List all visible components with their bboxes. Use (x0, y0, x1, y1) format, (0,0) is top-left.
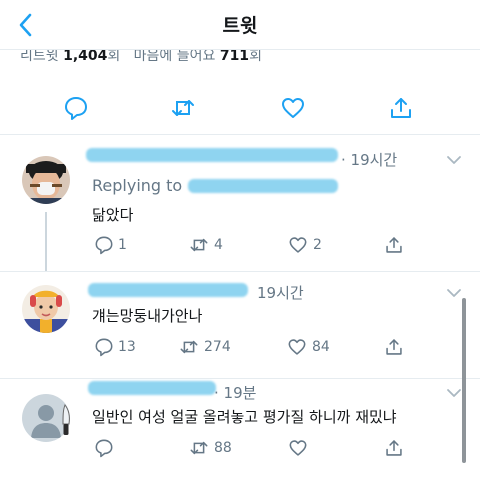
tweet-text: 걔는망둥내가안나 (92, 307, 203, 325)
main-tweet-actions (0, 80, 480, 135)
reply-icon (95, 236, 113, 255)
likes-unit: 회 (249, 50, 262, 64)
chevron-down-icon[interactable] (446, 287, 462, 299)
redacted-name (86, 148, 338, 162)
thread-line (45, 212, 47, 272)
retweet-icon[interactable] (170, 95, 196, 121)
reply-count: 1 (118, 237, 127, 253)
chevron-down-icon[interactable] (446, 387, 462, 399)
retweet-count: 4 (214, 237, 223, 253)
retweet-button[interactable]: 4 (188, 235, 223, 255)
retweet-count: 274 (204, 339, 231, 355)
retweet-button[interactable]: 274 (178, 337, 231, 357)
avatar[interactable] (22, 156, 70, 204)
retweets-label: 리트윗 (20, 50, 59, 64)
retweet-button[interactable]: 88 (188, 438, 232, 458)
retweet-count: 88 (214, 440, 232, 456)
divider (0, 271, 480, 272)
reply-tweet[interactable]: · 19분 일반인 여성 얼굴 올려놓고 평가질 하니까 재밌냐 88 (0, 378, 480, 480)
reply-tweet[interactable]: · 19시간 Replying to 닮았다 1 4 2 (0, 136, 480, 272)
chevron-down-icon[interactable] (446, 154, 462, 166)
tweet-text: 닮았다 (92, 206, 134, 224)
top-bar: 트윗 (0, 0, 480, 50)
share-button[interactable] (384, 438, 404, 458)
share-icon (386, 237, 402, 253)
share-icon (386, 440, 402, 456)
share-icon (386, 339, 402, 355)
share-button[interactable] (384, 235, 404, 255)
retweets-count[interactable]: 1,404 (63, 50, 107, 64)
share-button[interactable] (384, 337, 404, 357)
heart-icon (289, 237, 307, 253)
redacted-name (88, 381, 216, 395)
reply-icon (95, 338, 113, 357)
page-title: 트윗 (222, 15, 258, 37)
like-button[interactable]: 84 (286, 337, 330, 357)
likes-count[interactable]: 711 (220, 50, 249, 64)
retweet-icon (190, 441, 208, 455)
like-button[interactable]: 2 (287, 235, 322, 255)
likes-label: 마음에 들어요 (133, 50, 216, 64)
tweet-text: 일반인 여성 얼굴 올려놓고 평가질 하니까 재밌냐 (92, 408, 397, 426)
retweet-icon (190, 238, 208, 252)
heart-icon (289, 440, 307, 456)
retweet-icon (180, 340, 198, 354)
redacted-name (88, 283, 248, 297)
heart-icon[interactable] (280, 95, 306, 121)
like-count: 2 (313, 237, 322, 253)
reply-button[interactable] (94, 438, 118, 458)
replying-to-label: Replying to (92, 176, 183, 195)
scrollbar[interactable] (462, 298, 466, 463)
timestamp[interactable]: · 19분 (214, 382, 256, 403)
reply-button[interactable]: 13 (94, 337, 136, 357)
like-button[interactable] (287, 438, 313, 458)
timestamp[interactable]: · 19시간 (341, 149, 397, 170)
retweets-unit: 회 (107, 50, 121, 64)
reply-button[interactable]: 1 (94, 235, 127, 255)
reply-icon (95, 439, 113, 458)
reply-count: 13 (118, 339, 136, 355)
engagement-stats: 리트윗 1,404회 마음에 들어요 711회 (20, 50, 262, 66)
like-count: 84 (312, 339, 330, 355)
share-icon[interactable] (388, 95, 414, 121)
heart-icon (288, 339, 306, 355)
timestamp[interactable]: 19시간 (257, 282, 304, 303)
knife-icon (62, 404, 70, 435)
reply-icon[interactable] (63, 95, 89, 121)
redacted-handle (188, 179, 338, 193)
avatar[interactable] (22, 285, 70, 333)
reply-tweet[interactable]: 19시간 걔는망둥내가안나 13 274 84 (0, 271, 480, 378)
